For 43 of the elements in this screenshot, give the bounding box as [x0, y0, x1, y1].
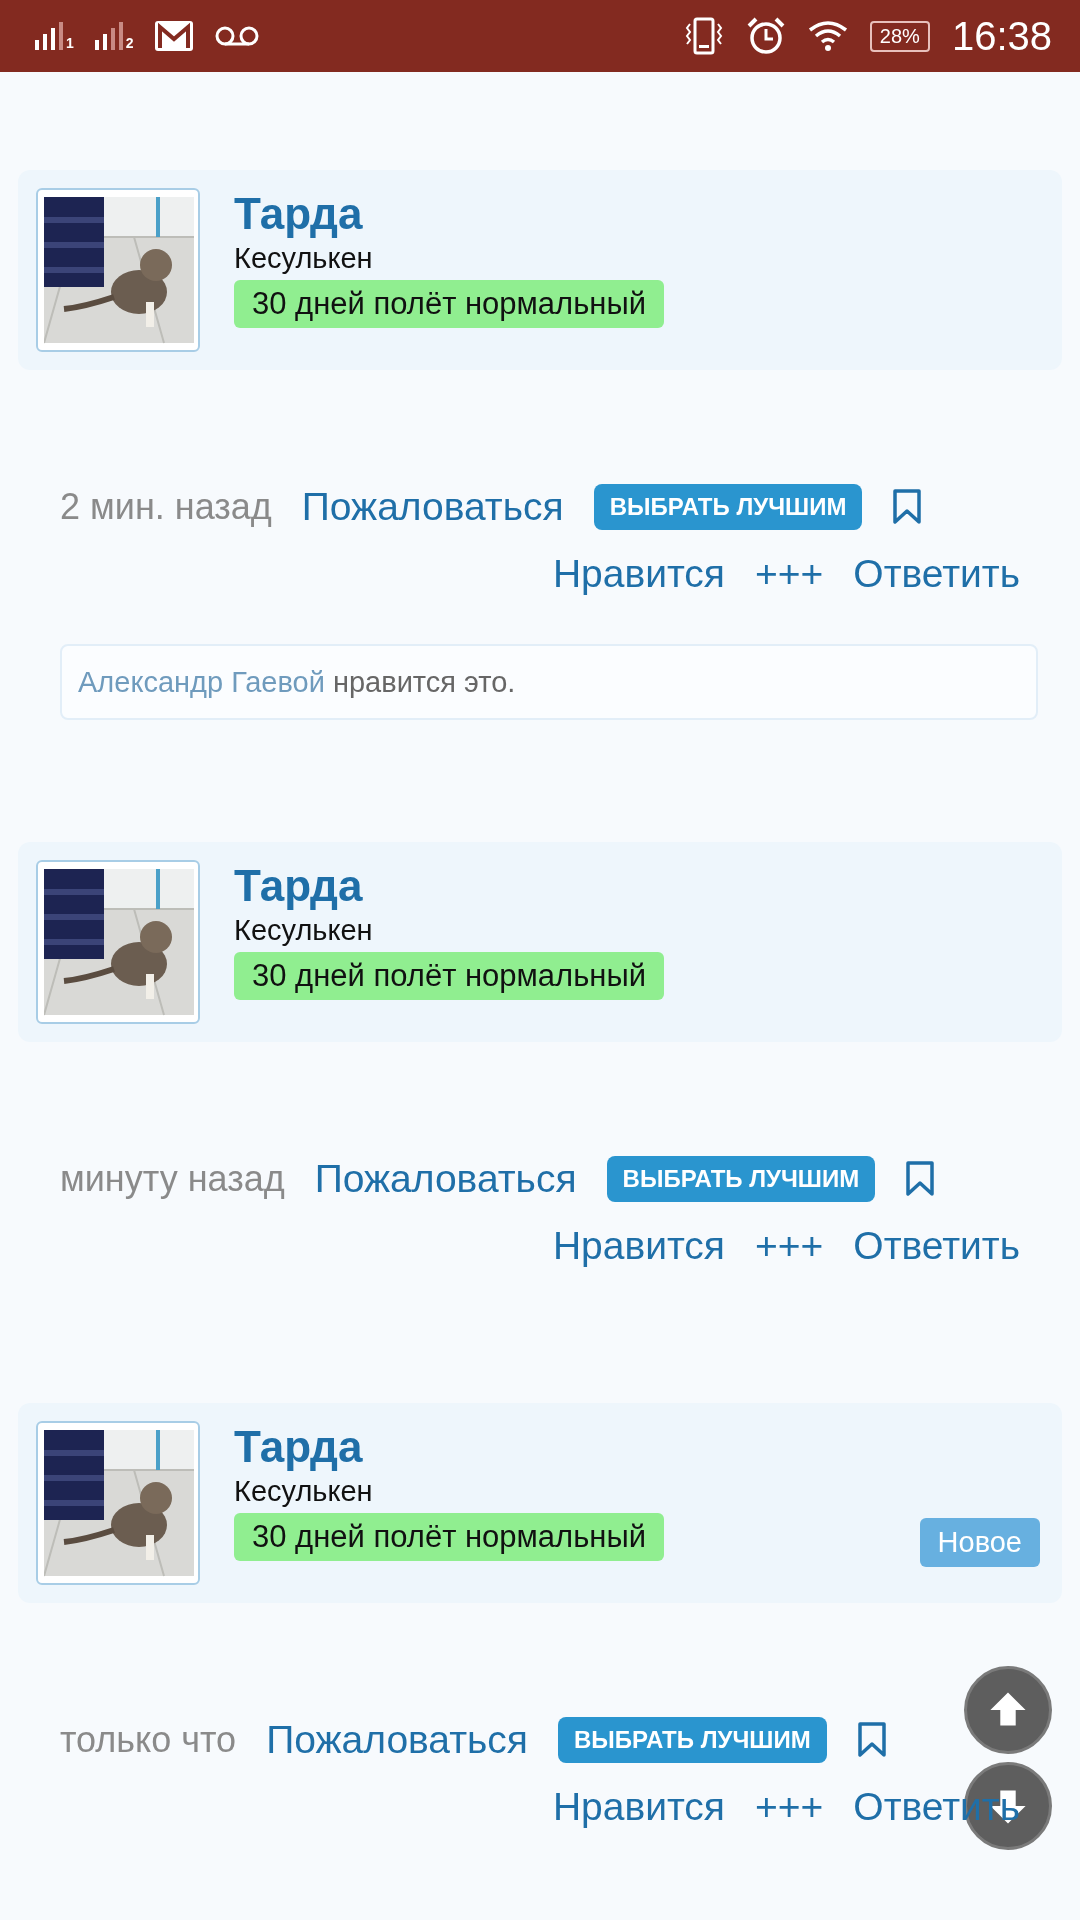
choose-best-button[interactable]: ВЫБРАТЬ ЛУЧШИМ	[606, 1156, 876, 1202]
plus-link[interactable]: +++	[754, 552, 824, 596]
reply-link[interactable]: Ответить	[853, 552, 1020, 596]
post-time: 2 мин. назад	[60, 486, 272, 528]
choose-best-button[interactable]: ВЫБРАТЬ ЛУЧШИМ	[593, 484, 863, 530]
choose-best-button[interactable]: ВЫБРАТЬ ЛУЧШИМ	[558, 1717, 827, 1763]
plus-link[interactable]: +++	[754, 1224, 824, 1268]
voicemail-icon	[213, 25, 260, 47]
reply-link[interactable]: Ответить	[853, 1224, 1020, 1268]
rank-badge: 30 дней полёт нормальный	[234, 952, 665, 1000]
author-location: Кесулькен	[234, 913, 373, 948]
plus-link[interactable]: +++	[754, 1785, 824, 1829]
report-link[interactable]: Пожаловаться	[301, 485, 564, 529]
author-location: Кесулькен	[234, 241, 373, 276]
sim-number: 1	[66, 36, 74, 50]
report-link[interactable]: Пожаловаться	[266, 1718, 528, 1762]
author-name[interactable]: Тарда	[234, 1421, 363, 1473]
author-name[interactable]: Тарда	[234, 188, 363, 240]
bookmark-icon	[856, 1722, 887, 1758]
alarm-icon	[745, 16, 786, 56]
sim-number: 2	[125, 36, 134, 50]
report-link[interactable]: Пожаловаться	[314, 1157, 577, 1201]
clock: 16:38	[951, 13, 1052, 59]
post-time: минуту назад	[60, 1158, 285, 1200]
likes-sentence: Александр Гаевой нравится это.	[78, 665, 516, 699]
like-link[interactable]: Нравится	[552, 1785, 725, 1829]
bookmark-icon	[892, 489, 923, 525]
signal-icon	[34, 22, 64, 50]
rank-badge: 30 дней полёт нормальный	[234, 280, 665, 328]
wifi-icon	[807, 20, 848, 52]
bookmark-icon	[905, 1161, 936, 1197]
vibrate-icon	[683, 16, 724, 56]
like-link[interactable]: Нравится	[552, 1224, 725, 1268]
signal-icon	[93, 22, 124, 50]
liker-link[interactable]: Александр Гаевой	[78, 665, 325, 698]
like-link[interactable]: Нравится	[552, 552, 725, 596]
rank-badge: 30 дней полёт нормальный	[234, 1513, 665, 1561]
author-name[interactable]: Тарда	[234, 860, 363, 912]
new-badge: Новое	[919, 1518, 1040, 1567]
post-time: только что	[60, 1719, 237, 1761]
battery-indicator: 28%	[869, 20, 930, 52]
mail-icon	[153, 20, 194, 52]
author-location: Кесулькен	[234, 1474, 373, 1509]
